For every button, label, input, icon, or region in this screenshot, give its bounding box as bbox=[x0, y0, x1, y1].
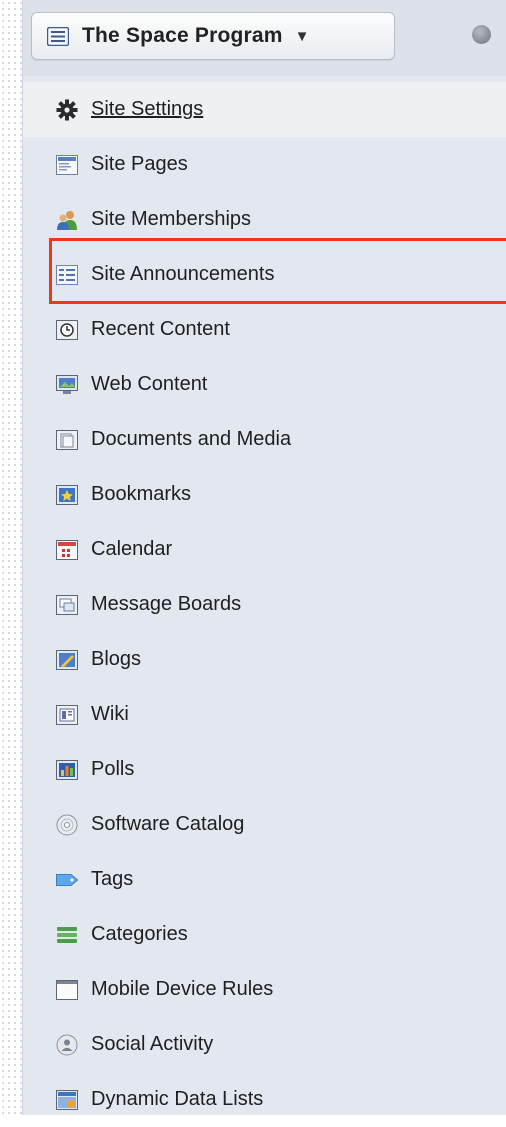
data-lists-icon bbox=[56, 1089, 78, 1111]
menu-item-calendar[interactable]: Calendar bbox=[23, 522, 506, 577]
menu-item-label: Mobile Device Rules bbox=[91, 978, 274, 1000]
menu-item-social-activity[interactable]: Social Activity bbox=[23, 1017, 506, 1072]
gear-icon bbox=[56, 99, 78, 121]
tag-icon bbox=[56, 869, 78, 891]
menu-item-label: Site Pages bbox=[91, 153, 188, 175]
menu-item-recent-content[interactable]: Recent Content bbox=[23, 302, 506, 357]
menu-item-tags[interactable]: Tags bbox=[23, 852, 506, 907]
menu-item-message-boards[interactable]: Message Boards bbox=[23, 577, 506, 632]
site-icon bbox=[47, 26, 69, 46]
documents-icon bbox=[56, 429, 78, 451]
menu-item-label: Site Settings bbox=[91, 98, 204, 120]
menu-item-label: Software Catalog bbox=[91, 813, 245, 835]
message-boards-icon bbox=[56, 594, 78, 616]
menu-item-label: Documents and Media bbox=[91, 428, 292, 450]
menu-item-site-settings[interactable]: Site Settings bbox=[23, 82, 506, 137]
control-panel-menu: The Space Program ▼ Site Settings Site P… bbox=[22, 0, 506, 1115]
menu-item-label: Web Content bbox=[91, 373, 208, 395]
menu-item-label: Blogs bbox=[91, 648, 142, 670]
menu-header: The Space Program ▼ bbox=[23, 0, 506, 76]
chevron-down-icon: ▼ bbox=[294, 27, 310, 45]
site-selector-dropdown[interactable]: The Space Program ▼ bbox=[31, 12, 395, 60]
menu-item-dynamic-data-lists[interactable]: Dynamic Data Lists bbox=[23, 1072, 506, 1127]
social-icon bbox=[56, 1034, 78, 1056]
mobile-rules-icon bbox=[56, 979, 78, 1001]
menu-item-wiki[interactable]: Wiki bbox=[23, 687, 506, 742]
menu-item-documents-and-media[interactable]: Documents and Media bbox=[23, 412, 506, 467]
menu-item-label: Recent Content bbox=[91, 318, 230, 340]
categories-icon bbox=[56, 924, 78, 946]
bookmark-icon bbox=[56, 484, 78, 506]
pages-icon bbox=[56, 154, 78, 176]
menu-item-polls[interactable]: Polls bbox=[23, 742, 506, 797]
menu-item-label: Social Activity bbox=[91, 1033, 214, 1055]
menu-item-mobile-device-rules[interactable]: Mobile Device Rules bbox=[23, 962, 506, 1017]
menu-item-label: Calendar bbox=[91, 538, 173, 560]
menu-item-bookmarks[interactable]: Bookmarks bbox=[23, 467, 506, 522]
clock-icon bbox=[56, 319, 78, 341]
menu-item-label: Message Boards bbox=[91, 593, 242, 615]
menu-item-categories[interactable]: Categories bbox=[23, 907, 506, 962]
menu-item-label: Dynamic Data Lists bbox=[91, 1088, 264, 1110]
menu-item-label: Wiki bbox=[91, 703, 129, 725]
menu-item-label: Categories bbox=[91, 923, 188, 945]
menu-item-web-content[interactable]: Web Content bbox=[23, 357, 506, 412]
menu-item-label: Site Memberships bbox=[91, 208, 252, 230]
dotted-edge bbox=[0, 0, 22, 1115]
blogs-icon bbox=[56, 649, 78, 671]
polls-icon bbox=[56, 759, 78, 781]
menu-item-site-pages[interactable]: Site Pages bbox=[23, 137, 506, 192]
close-icon[interactable] bbox=[472, 25, 491, 44]
menu-item-blogs[interactable]: Blogs bbox=[23, 632, 506, 687]
menu-item-label: Polls bbox=[91, 758, 135, 780]
wiki-icon bbox=[56, 704, 78, 726]
site-name: The Space Program bbox=[82, 24, 283, 47]
menu-item-label: Tags bbox=[91, 868, 134, 890]
users-icon bbox=[56, 209, 78, 231]
menu-item-label: Bookmarks bbox=[91, 483, 192, 505]
menu-item-software-catalog[interactable]: Software Catalog bbox=[23, 797, 506, 852]
web-content-icon bbox=[56, 374, 78, 396]
highlight-box bbox=[49, 238, 506, 304]
calendar-icon bbox=[56, 539, 78, 561]
disc-icon bbox=[56, 814, 78, 836]
